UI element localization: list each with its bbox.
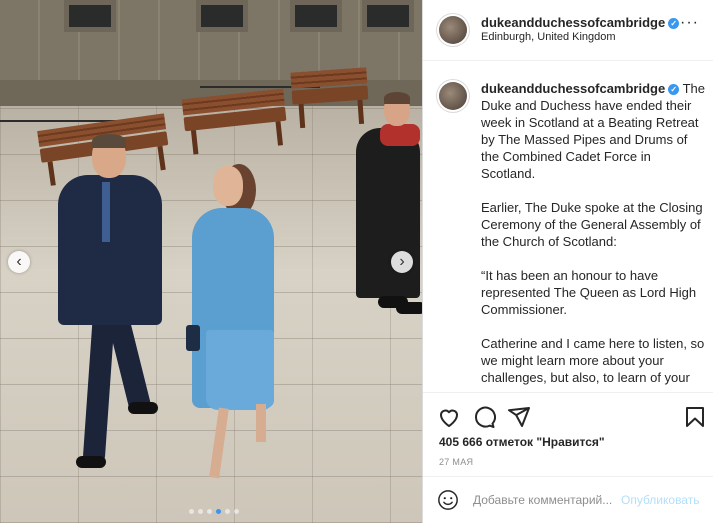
comment-bar: Опубликовать — [423, 476, 713, 524]
window — [196, 0, 248, 32]
carousel-dot — [198, 509, 203, 514]
priest-hair — [384, 92, 410, 104]
username-text[interactable]: dukeandduchessofcambridge — [481, 81, 665, 96]
woman-head — [213, 166, 243, 206]
caption-paragraph: Earlier, The Duke spoke at the Closing C… — [481, 200, 703, 249]
carousel-dot — [225, 509, 230, 514]
comment-icon[interactable] — [472, 405, 496, 429]
caption: dukeandduchessofcambridge ✓ The Duke and … — [481, 80, 705, 388]
avatar[interactable] — [439, 16, 467, 44]
post-header: dukeandduchessofcambridge ✓ Edinburgh, Un… — [423, 0, 713, 61]
caption-text: The Duke and Duchess have ended their we… — [481, 81, 705, 181]
post-side-panel: dukeandduchessofcambridge ✓ Edinburgh, Un… — [422, 0, 713, 523]
woman-leg — [256, 404, 266, 442]
heart-icon[interactable] — [437, 405, 461, 429]
caption-paragraph: Catherine and I came here to listen, so … — [481, 336, 705, 388]
man-tie — [102, 182, 110, 242]
window — [64, 0, 116, 32]
bookmark-icon[interactable] — [683, 405, 707, 429]
username-text[interactable]: dukeandduchessofcambridge — [481, 15, 665, 30]
carousel-dot — [189, 509, 194, 514]
carousel-dot — [216, 509, 221, 514]
shoe — [128, 402, 158, 414]
post-photo: ‹ › — [0, 0, 422, 523]
carousel-dots — [189, 509, 239, 514]
man-hair — [92, 134, 126, 148]
caption-paragraph: dukeandduchessofcambridge ✓ The Duke and … — [481, 80, 705, 182]
carousel-dot — [207, 509, 212, 514]
verified-badge-icon: ✓ — [668, 18, 680, 30]
man-figure — [58, 175, 162, 325]
window — [290, 0, 342, 32]
priest-collar — [380, 124, 420, 146]
emoji-icon[interactable] — [437, 489, 459, 511]
caption-avatar[interactable] — [439, 82, 467, 110]
priest-figure — [356, 128, 420, 298]
more-options-icon[interactable]: ··· — [680, 14, 699, 32]
chevron-left-icon[interactable]: ‹ — [8, 251, 30, 273]
chevron-right-icon[interactable]: › — [391, 251, 413, 273]
verified-badge-icon: ✓ — [668, 84, 680, 96]
publish-button[interactable]: Опубликовать — [621, 493, 699, 507]
comment-input[interactable] — [473, 490, 623, 510]
woman-skirt — [206, 330, 274, 410]
location-link[interactable]: Edinburgh, United Kingdom — [481, 31, 616, 43]
caption-username[interactable]: dukeandduchessofcambridge ✓ — [481, 81, 680, 96]
clutch-bag — [186, 325, 200, 351]
caption-paragraph: “It has been an honour to have represent… — [481, 268, 697, 317]
share-icon[interactable] — [507, 405, 531, 429]
shoe — [396, 302, 422, 314]
carousel-dot — [234, 509, 239, 514]
shoe — [76, 456, 106, 468]
header-username[interactable]: dukeandduchessofcambridge ✓ — [481, 15, 680, 30]
post-date[interactable]: 27 МАЯ — [439, 457, 473, 467]
window — [362, 0, 414, 32]
likes-count[interactable]: 405 666 отметок "Нравится" — [439, 435, 605, 449]
